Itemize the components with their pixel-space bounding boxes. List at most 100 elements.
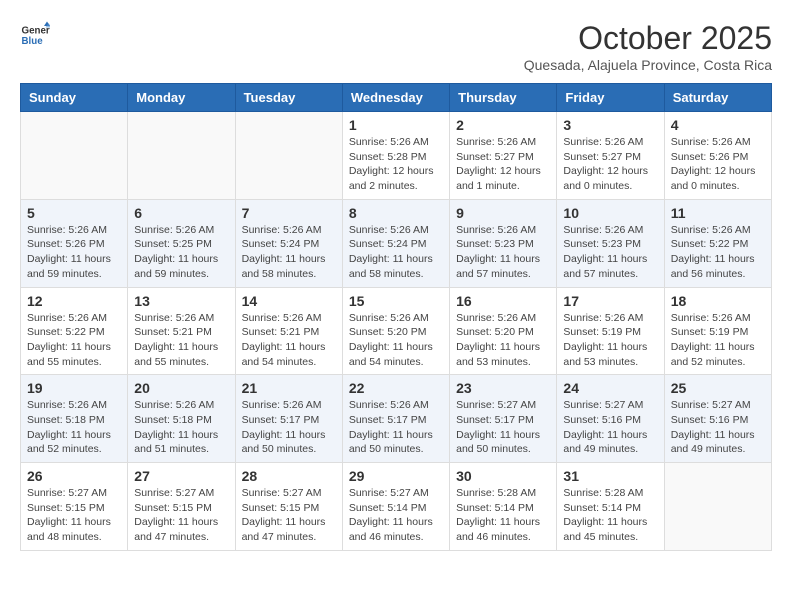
calendar-cell: 20 Sunrise: 5:26 AMSunset: 5:18 PMDayligh… — [128, 375, 235, 463]
calendar-cell: 8Sunrise: 5:26 AMSunset: 5:24 PMDaylight… — [342, 199, 449, 287]
day-number: 21 — [242, 380, 336, 396]
weekday-header-saturday: Saturday — [664, 84, 771, 112]
calendar-cell: 9 Sunrise: 5:26 AMSunset: 5:23 PMDaylight… — [450, 199, 557, 287]
calendar-cell: 19 Sunrise: 5:26 AMSunset: 5:18 PMDayligh… — [21, 375, 128, 463]
svg-text:General: General — [22, 26, 51, 37]
calendar-cell: 2 Sunrise: 5:26 AMSunset: 5:27 PMDaylight… — [450, 112, 557, 200]
day-number: 6 — [134, 205, 228, 221]
day-number: 15 — [349, 293, 443, 309]
day-number: 16 — [456, 293, 550, 309]
day-number: 18 — [671, 293, 765, 309]
day-number: 26 — [27, 468, 121, 484]
calendar-cell: 14 Sunrise: 5:26 AMSunset: 5:21 PMDayligh… — [235, 287, 342, 375]
day-info: Sunrise: 5:26 AMSunset: 5:18 PMDaylight:… — [27, 398, 121, 457]
calendar-cell: 4Sunrise: 5:26 AMSunset: 5:26 PMDaylight… — [664, 112, 771, 200]
day-info: Sunrise: 5:26 AMSunset: 5:24 PMDaylight:… — [349, 223, 443, 282]
day-info: Sunrise: 5:26 AMSunset: 5:23 PMDaylight:… — [563, 223, 657, 282]
day-info: Sunrise: 5:26 AMSunset: 5:20 PMDaylight:… — [456, 311, 550, 370]
page-header: General Blue October 2025 Quesada, Alaju… — [20, 20, 772, 73]
day-number: 23 — [456, 380, 550, 396]
day-number: 1 — [349, 117, 443, 133]
day-number: 31 — [563, 468, 657, 484]
day-info: Sunrise: 5:26 AMSunset: 5:19 PMDaylight:… — [671, 311, 765, 370]
day-number: 3 — [563, 117, 657, 133]
day-info: Sunrise: 5:26 AMSunset: 5:18 PMDaylight:… — [134, 398, 228, 457]
calendar-cell: 21 Sunrise: 5:26 AMSunset: 5:17 PMDayligh… — [235, 375, 342, 463]
day-number: 27 — [134, 468, 228, 484]
day-info: Sunrise: 5:28 AMSunset: 5:14 PMDaylight:… — [456, 486, 550, 545]
weekday-header-monday: Monday — [128, 84, 235, 112]
calendar-cell — [235, 112, 342, 200]
day-number: 14 — [242, 293, 336, 309]
day-info: Sunrise: 5:26 AMSunset: 5:25 PMDaylight:… — [134, 223, 228, 282]
calendar-cell: 7 Sunrise: 5:26 AMSunset: 5:24 PMDaylight… — [235, 199, 342, 287]
calendar-cell: 30 Sunrise: 5:28 AMSunset: 5:14 PMDayligh… — [450, 463, 557, 551]
weekday-header-tuesday: Tuesday — [235, 84, 342, 112]
day-number: 28 — [242, 468, 336, 484]
week-row-5: 26 Sunrise: 5:27 AMSunset: 5:15 PMDayligh… — [21, 463, 772, 551]
day-number: 12 — [27, 293, 121, 309]
day-number: 5 — [27, 205, 121, 221]
week-row-3: 12Sunrise: 5:26 AMSunset: 5:22 PMDayligh… — [21, 287, 772, 375]
day-info: Sunrise: 5:27 AMSunset: 5:15 PMDaylight:… — [27, 486, 121, 545]
day-info: Sunrise: 5:27 AMSunset: 5:17 PMDaylight:… — [456, 398, 550, 457]
calendar-cell: 1Sunrise: 5:26 AMSunset: 5:28 PMDaylight… — [342, 112, 449, 200]
day-number: 30 — [456, 468, 550, 484]
day-number: 2 — [456, 117, 550, 133]
location-subtitle: Quesada, Alajuela Province, Costa Rica — [524, 57, 772, 73]
week-row-4: 19 Sunrise: 5:26 AMSunset: 5:18 PMDayligh… — [21, 375, 772, 463]
day-number: 29 — [349, 468, 443, 484]
day-info: Sunrise: 5:26 AMSunset: 5:27 PMDaylight:… — [456, 135, 550, 194]
day-info: Sunrise: 5:26 AMSunset: 5:23 PMDaylight:… — [456, 223, 550, 282]
logo: General Blue — [20, 20, 50, 50]
calendar-cell: 16 Sunrise: 5:26 AMSunset: 5:20 PMDayligh… — [450, 287, 557, 375]
day-info: Sunrise: 5:27 AMSunset: 5:15 PMDaylight:… — [242, 486, 336, 545]
day-info: Sunrise: 5:26 AMSunset: 5:20 PMDaylight:… — [349, 311, 443, 370]
calendar-cell — [128, 112, 235, 200]
logo-icon: General Blue — [20, 20, 50, 50]
day-number: 7 — [242, 205, 336, 221]
day-info: Sunrise: 5:26 AMSunset: 5:21 PMDaylight:… — [242, 311, 336, 370]
calendar-cell: 29Sunrise: 5:27 AMSunset: 5:14 PMDayligh… — [342, 463, 449, 551]
calendar-cell: 28 Sunrise: 5:27 AMSunset: 5:15 PMDayligh… — [235, 463, 342, 551]
calendar-cell: 25 Sunrise: 5:27 AMSunset: 5:16 PMDayligh… — [664, 375, 771, 463]
week-row-2: 5 Sunrise: 5:26 AMSunset: 5:26 PMDaylight… — [21, 199, 772, 287]
calendar-cell: 6 Sunrise: 5:26 AMSunset: 5:25 PMDaylight… — [128, 199, 235, 287]
month-title: October 2025 — [524, 20, 772, 57]
calendar-cell: 26 Sunrise: 5:27 AMSunset: 5:15 PMDayligh… — [21, 463, 128, 551]
calendar-cell: 18 Sunrise: 5:26 AMSunset: 5:19 PMDayligh… — [664, 287, 771, 375]
calendar-cell: 27 Sunrise: 5:27 AMSunset: 5:15 PMDayligh… — [128, 463, 235, 551]
calendar-cell — [664, 463, 771, 551]
day-info: Sunrise: 5:26 AMSunset: 5:26 PMDaylight:… — [27, 223, 121, 282]
day-number: 9 — [456, 205, 550, 221]
day-info: Sunrise: 5:26 AMSunset: 5:17 PMDaylight:… — [242, 398, 336, 457]
calendar-cell — [21, 112, 128, 200]
calendar-cell: 17Sunrise: 5:26 AMSunset: 5:19 PMDayligh… — [557, 287, 664, 375]
calendar-cell: 12Sunrise: 5:26 AMSunset: 5:22 PMDayligh… — [21, 287, 128, 375]
day-info: Sunrise: 5:26 AMSunset: 5:19 PMDaylight:… — [563, 311, 657, 370]
day-number: 25 — [671, 380, 765, 396]
svg-text:Blue: Blue — [22, 36, 44, 47]
day-number: 11 — [671, 205, 765, 221]
weekday-header-friday: Friday — [557, 84, 664, 112]
calendar-cell: 10Sunrise: 5:26 AMSunset: 5:23 PMDayligh… — [557, 199, 664, 287]
day-number: 19 — [27, 380, 121, 396]
week-row-1: 1Sunrise: 5:26 AMSunset: 5:28 PMDaylight… — [21, 112, 772, 200]
calendar-table: SundayMondayTuesdayWednesdayThursdayFrid… — [20, 83, 772, 551]
day-number: 20 — [134, 380, 228, 396]
calendar-cell: 11Sunrise: 5:26 AMSunset: 5:22 PMDayligh… — [664, 199, 771, 287]
calendar-cell: 5 Sunrise: 5:26 AMSunset: 5:26 PMDaylight… — [21, 199, 128, 287]
calendar-cell: 3 Sunrise: 5:26 AMSunset: 5:27 PMDaylight… — [557, 112, 664, 200]
day-info: Sunrise: 5:27 AMSunset: 5:15 PMDaylight:… — [134, 486, 228, 545]
day-info: Sunrise: 5:26 AMSunset: 5:27 PMDaylight:… — [563, 135, 657, 194]
title-section: October 2025 Quesada, Alajuela Province,… — [524, 20, 772, 73]
calendar-cell: 13Sunrise: 5:26 AMSunset: 5:21 PMDayligh… — [128, 287, 235, 375]
day-number: 13 — [134, 293, 228, 309]
day-number: 22 — [349, 380, 443, 396]
day-number: 4 — [671, 117, 765, 133]
day-info: Sunrise: 5:28 AMSunset: 5:14 PMDaylight:… — [563, 486, 657, 545]
weekday-header-sunday: Sunday — [21, 84, 128, 112]
day-info: Sunrise: 5:27 AMSunset: 5:16 PMDaylight:… — [671, 398, 765, 457]
day-info: Sunrise: 5:26 AMSunset: 5:24 PMDaylight:… — [242, 223, 336, 282]
calendar-cell: 31 Sunrise: 5:28 AMSunset: 5:14 PMDayligh… — [557, 463, 664, 551]
